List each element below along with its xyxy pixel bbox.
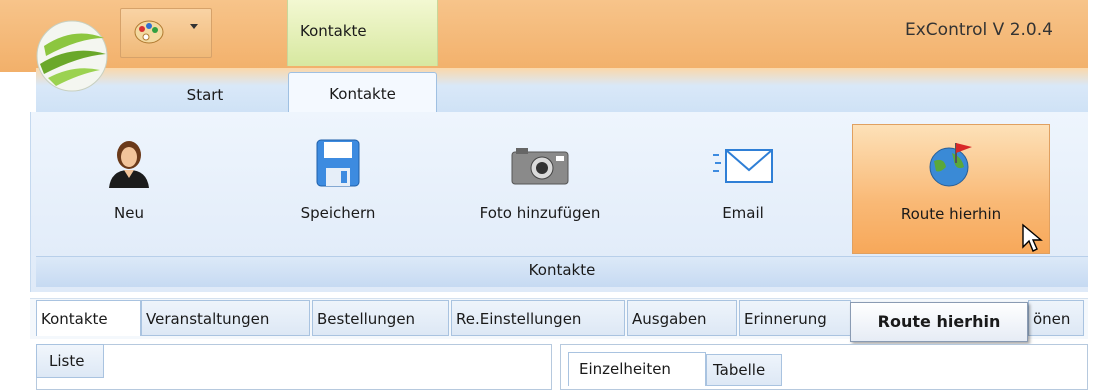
route-here-button[interactable]: Route hierhin xyxy=(852,124,1050,254)
window-title: ExControl V 2.0.4 xyxy=(905,20,1053,40)
tab-kontakte[interactable]: Kontakte xyxy=(288,72,437,115)
quick-access-toolbar[interactable] xyxy=(120,8,212,58)
doc-tab-re-einstellungen[interactable]: Re.Einstellungen xyxy=(451,300,625,336)
doc-tab-ausgaben[interactable]: Ausgaben xyxy=(627,300,737,336)
ribbon-group-footer: Kontakte xyxy=(36,256,1088,287)
palette-icon xyxy=(134,20,164,44)
save-label: Speichern xyxy=(300,204,376,222)
ribbon-group-label: Kontakte xyxy=(528,261,596,279)
save-button[interactable]: Speichern xyxy=(268,124,408,252)
list-pane xyxy=(36,344,552,390)
person-icon xyxy=(109,141,149,188)
chevron-down-icon[interactable] xyxy=(190,24,198,29)
add-photo-button[interactable]: Foto hinzufügen xyxy=(455,124,625,252)
app-logo-icon[interactable] xyxy=(34,16,112,96)
add-photo-label: Foto hinzufügen xyxy=(479,204,601,222)
email-label: Email xyxy=(722,204,764,222)
doc-tab-erinnerung[interactable]: Erinnerung xyxy=(739,300,851,336)
doc-tab-bestellungen[interactable]: Bestellungen xyxy=(312,300,449,336)
tooltip: Route hierhin xyxy=(850,302,1028,342)
camera-icon xyxy=(511,148,569,185)
new-contact-button[interactable]: Neu xyxy=(66,124,192,252)
envelope-icon xyxy=(713,149,773,183)
context-tab-label: Kontakte xyxy=(300,22,367,40)
new-contact-label: Neu xyxy=(114,204,144,222)
mouse-cursor-icon xyxy=(1022,223,1043,252)
window-edge xyxy=(1088,0,1099,390)
tab-einzelheiten[interactable]: Einzelheiten xyxy=(568,352,706,386)
globe-flag-icon xyxy=(929,143,972,187)
doc-tab-truncated[interactable]: önen xyxy=(1028,300,1084,336)
tab-start[interactable]: Start xyxy=(150,80,260,112)
email-button[interactable]: Email xyxy=(688,124,798,252)
doc-tab-veranstaltungen[interactable]: Veranstaltungen xyxy=(141,300,310,336)
route-here-label: Route hierhin xyxy=(900,205,1002,223)
tab-tabelle[interactable]: Tabelle xyxy=(706,354,782,386)
floppy-disk-icon xyxy=(316,139,360,187)
list-pane-tab[interactable]: Liste xyxy=(36,344,104,378)
doc-tab-kontakte[interactable]: Kontakte xyxy=(36,300,141,336)
